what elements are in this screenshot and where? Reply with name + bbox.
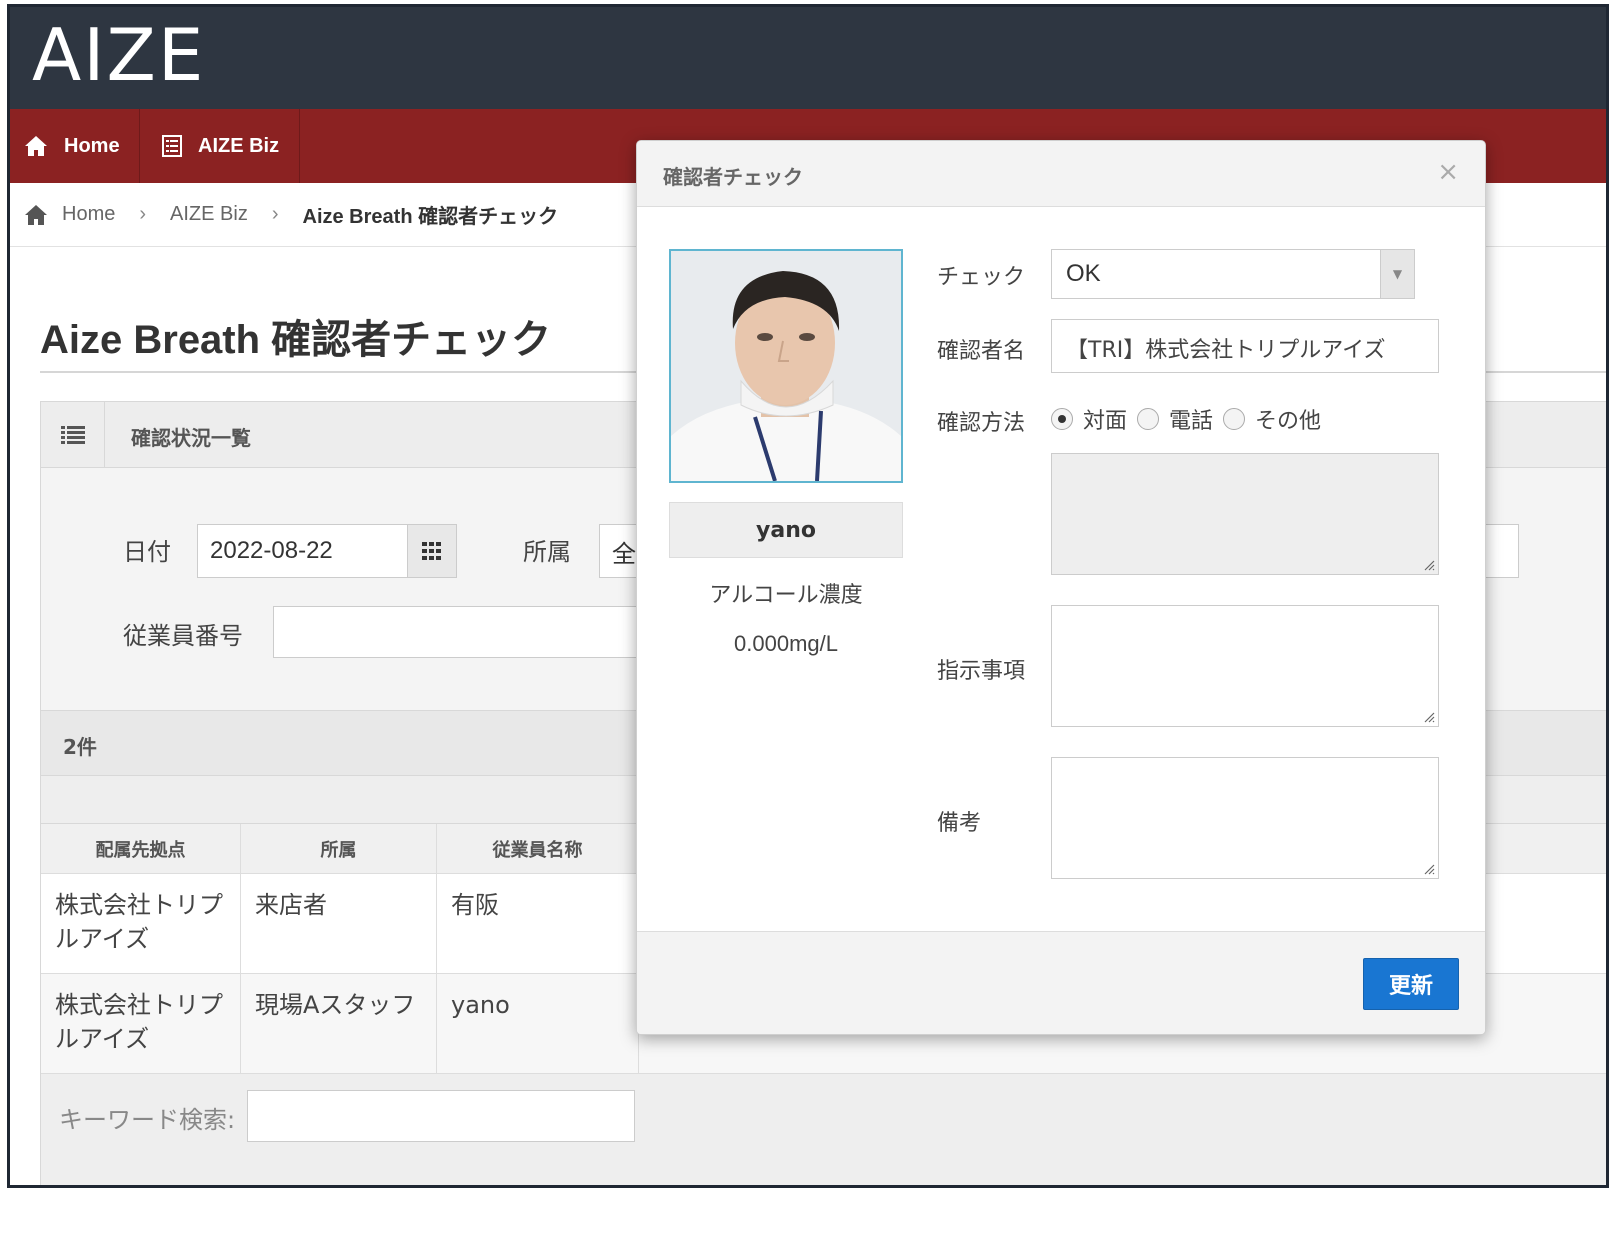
keyword-search-label: キーワード検索:	[59, 1106, 236, 1134]
method-radio-group: 対面 電話 その他	[1051, 403, 1331, 435]
close-icon[interactable]: ×	[1437, 157, 1459, 187]
employee-no-label: 従業員番号	[123, 622, 243, 650]
radio-button-selected[interactable]	[1051, 408, 1073, 430]
confirm-modal: 確認者チェック × yano アルコール濃度 0.000mg/L チェック OK…	[636, 140, 1486, 1035]
alcohol-label: アルコール濃度	[709, 583, 863, 608]
nav-home-label: Home	[64, 134, 120, 157]
radio-other[interactable]: その他	[1223, 403, 1321, 435]
column-header-name[interactable]: 従業員名称	[437, 824, 639, 874]
calendar-icon[interactable]	[407, 524, 457, 578]
table-cell-name: 有阪	[437, 874, 639, 974]
panel-heading: 確認状況一覧	[131, 426, 251, 450]
table-cell-site: 株式会社トリプルアイズ	[41, 874, 241, 974]
home-icon	[24, 135, 48, 157]
column-header-dept[interactable]: 所属	[241, 824, 437, 874]
date-label: 日付	[123, 538, 171, 566]
table-cell-name: yano	[437, 974, 639, 1074]
check-select-value: OK	[1066, 260, 1101, 287]
resize-grip-icon[interactable]	[1423, 711, 1435, 723]
nav-aize-biz[interactable]: AIZE Biz	[140, 109, 300, 183]
radio-phone[interactable]: 電話	[1137, 403, 1213, 435]
check-label: チェック	[937, 265, 1026, 290]
confirmer-label: 確認者名	[937, 339, 1026, 364]
top-header: AIZE	[10, 7, 1606, 109]
breadcrumb-current: Aize Breath 確認者チェック	[302, 206, 559, 228]
person-photo	[669, 249, 903, 483]
chevron-right-icon: ›	[271, 203, 279, 225]
breadcrumb-home[interactable]: Home	[62, 203, 115, 226]
update-button[interactable]: 更新	[1363, 958, 1459, 1010]
list-icon	[41, 402, 105, 468]
table-cell-dept: 来店者	[241, 874, 437, 974]
search-bar: キーワード検索:	[41, 1074, 1606, 1185]
person-name: yano	[669, 502, 903, 558]
remarks-label: 備考	[937, 811, 982, 836]
radio-button[interactable]	[1137, 408, 1160, 430]
chevron-right-icon: ›	[139, 203, 147, 225]
radio-label: その他	[1255, 409, 1322, 434]
radio-label: 電話	[1169, 409, 1214, 434]
instruction-label: 指示事項	[937, 659, 1026, 684]
radio-button[interactable]	[1223, 408, 1246, 430]
method-detail-textarea	[1051, 453, 1439, 575]
check-select[interactable]: OK ▼	[1051, 249, 1415, 299]
date-input[interactable]: 2022-08-22	[197, 524, 409, 578]
method-label: 確認方法	[937, 411, 1026, 436]
result-count: 2件	[63, 735, 97, 759]
resize-grip-icon[interactable]	[1423, 863, 1435, 875]
page-title: Aize Breath 確認者チェック	[40, 318, 552, 362]
keyword-search-input[interactable]	[247, 1090, 635, 1142]
chevron-down-icon: ▼	[1380, 250, 1414, 298]
dept-label: 所属	[523, 538, 571, 566]
instruction-textarea[interactable]	[1051, 605, 1439, 727]
home-icon	[24, 204, 48, 226]
alcohol-value: 0.000mg/L	[734, 631, 838, 656]
nav-home[interactable]: Home	[10, 109, 140, 183]
table-cell-site: 株式会社トリプルアイズ	[41, 974, 241, 1074]
breadcrumb-biz[interactable]: AIZE Biz	[170, 203, 248, 226]
remarks-textarea[interactable]	[1051, 757, 1439, 879]
list-doc-icon	[162, 135, 182, 157]
radio-face-to-face[interactable]: 対面	[1051, 403, 1127, 435]
logo: AIZE	[32, 13, 206, 97]
modal-header: 確認者チェック ×	[637, 141, 1485, 207]
modal-footer: 更新	[637, 931, 1485, 1034]
resize-grip-icon[interactable]	[1423, 559, 1435, 571]
modal-title: 確認者チェック	[663, 165, 803, 189]
confirmer-input[interactable]: 【TRI】株式会社トリプルアイズ	[1051, 319, 1439, 373]
radio-label: 対面	[1083, 409, 1128, 434]
nav-aize-biz-label: AIZE Biz	[198, 134, 280, 157]
table-cell-dept: 現場Aスタッフ	[241, 974, 437, 1074]
column-header-site[interactable]: 配属先拠点	[41, 824, 241, 874]
